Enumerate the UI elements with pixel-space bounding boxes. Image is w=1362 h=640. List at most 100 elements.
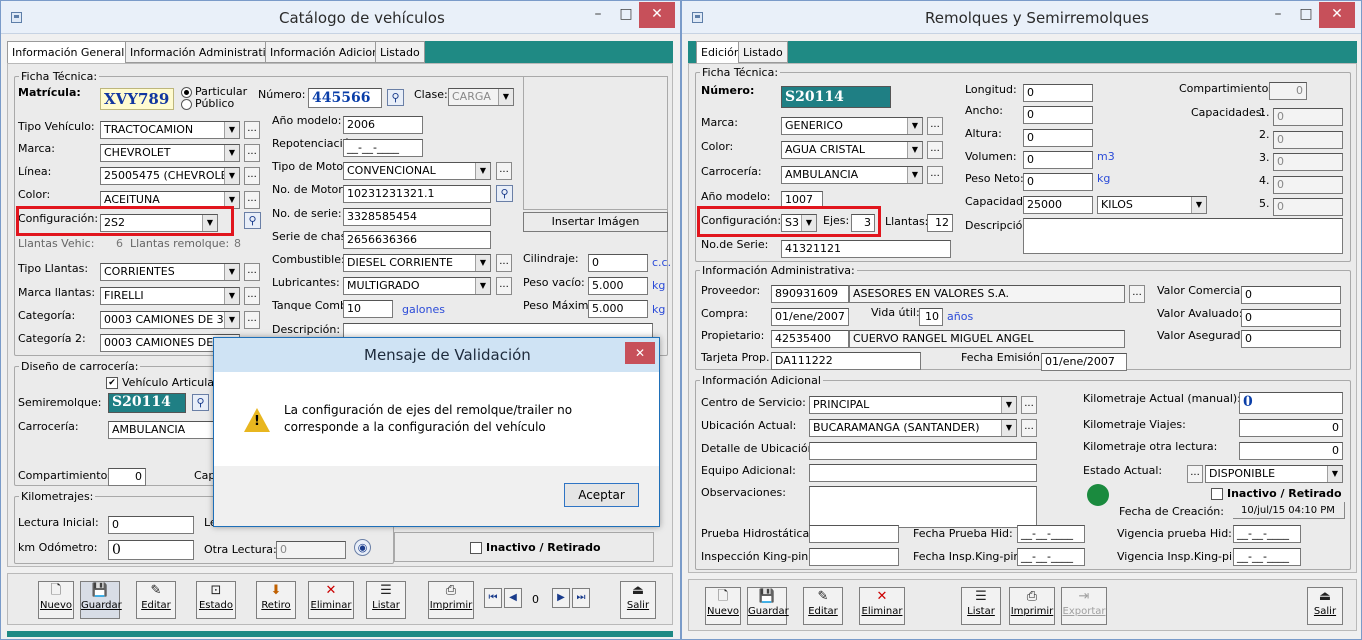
chevron-down-icon[interactable]: ▼ (1327, 466, 1342, 482)
vehiculo-articulado-checkbox[interactable]: ✔ (106, 377, 118, 389)
valor-avaluado-field[interactable]: 0 (1241, 309, 1341, 327)
editar-button[interactable]: ✎ Editar (136, 581, 176, 619)
estado-select[interactable]: DISPONIBLE ▼ (1205, 465, 1343, 483)
chevron-down-icon[interactable]: ▼ (224, 312, 239, 328)
lectura-inicial-field[interactable]: 0 (108, 516, 194, 534)
chevron-down-icon[interactable]: ▼ (907, 118, 922, 134)
inspeccion-field[interactable] (809, 548, 899, 566)
lubricantes-select[interactable]: MULTIGRADO ▼ (343, 277, 491, 295)
numero-field[interactable]: 445566 (308, 88, 382, 108)
first-record-button[interactable]: ⏮ (484, 588, 502, 608)
salir-button[interactable]: ⏏ Salir (1307, 587, 1343, 625)
chevron-down-icon[interactable]: ▼ (224, 288, 239, 304)
clase-select[interactable]: CARGA ▼ (448, 88, 514, 106)
estado-more-button[interactable]: ... (1187, 465, 1203, 483)
chevron-down-icon[interactable]: ▼ (907, 167, 922, 183)
tab-listado[interactable]: Listado (738, 41, 788, 63)
eliminar-button[interactable]: ✕ Eliminar (308, 581, 354, 619)
inactivo-checkbox[interactable] (1211, 488, 1223, 500)
ubicacion-more-button[interactable]: ... (1021, 419, 1037, 437)
anio-modelo-field[interactable]: 2006 (343, 116, 423, 134)
carroceria-select[interactable]: AMBULANCIA ▼ (781, 166, 923, 184)
aceptar-button[interactable]: Aceptar (564, 483, 639, 507)
listar-button[interactable]: ☰ Listar (366, 581, 406, 619)
marca-select[interactable]: CHEVROLET ▼ (100, 144, 240, 162)
observaciones-field[interactable] (809, 486, 1037, 528)
equipo-field[interactable] (809, 464, 1037, 482)
cap-field-2[interactable]: 0 (1273, 131, 1343, 149)
no-motor-field[interactable]: 10231231321.1 (343, 185, 491, 203)
peso-maximo-field[interactable]: 5.000 (588, 300, 648, 318)
ubicacion-select[interactable]: BUCARAMANGA (SANTANDER) ▼ (809, 419, 1017, 437)
capacidad-unidad-select[interactable]: KILOS ▼ (1097, 196, 1207, 214)
marca-llantas-more-button[interactable]: ... (244, 287, 260, 305)
chevron-down-icon[interactable]: ▼ (1001, 420, 1016, 436)
matricula-field[interactable]: XVY789 (100, 88, 174, 110)
otra-lectura-field[interactable]: 0 (276, 541, 346, 559)
minimize-icon[interactable]: – (1266, 2, 1290, 28)
proveedor-name-field[interactable]: ASESORES EN VALORES S.A. (849, 285, 1125, 303)
exportar-button[interactable]: ⇥ Exportar (1061, 587, 1107, 625)
cap-field-1[interactable]: 0 (1273, 108, 1343, 126)
km-actual-field[interactable]: 0 (1239, 392, 1343, 414)
valor-asegurado-field[interactable]: 0 (1241, 330, 1341, 348)
longitud-field[interactable]: 0 (1023, 84, 1093, 102)
tipo-vehiculo-more-button[interactable]: ... (244, 121, 260, 139)
chevron-down-icon[interactable]: ▼ (1001, 397, 1016, 413)
semiremolque-field[interactable]: S20114 (108, 393, 186, 413)
close-icon[interactable]: ✕ (639, 2, 675, 28)
listar-button[interactable]: ☰ Listar (961, 587, 1001, 625)
volumen-field[interactable]: 0 (1023, 151, 1093, 169)
detalle-field[interactable] (809, 442, 1037, 460)
proveedor-more-button[interactable]: ... (1129, 285, 1145, 303)
vida-util-field[interactable]: 10 (919, 308, 943, 326)
tipo-motor-more-button[interactable]: ... (496, 162, 512, 180)
linea-more-button[interactable]: ... (244, 167, 260, 185)
eliminar-button[interactable]: ✕ Eliminar (859, 587, 905, 625)
imprimir-button[interactable]: ⎙ Imprimir (428, 581, 474, 619)
capacidad-field[interactable]: 25000 (1023, 196, 1093, 214)
tipo-llantas-select[interactable]: CORRIENTES ▼ (100, 263, 240, 281)
chevron-down-icon[interactable]: ▼ (475, 278, 490, 294)
color-more-button[interactable]: ... (244, 191, 260, 209)
chevron-down-icon[interactable]: ▼ (224, 122, 239, 138)
odometro-field[interactable]: 0 (108, 540, 194, 560)
tanque-field[interactable]: 10 (343, 300, 393, 318)
propietario-name-field[interactable]: CUERVO RANGEL MIGUEL ANGEL (849, 330, 1125, 348)
no-serie-field[interactable]: 3328585454 (343, 208, 491, 226)
guardar-button[interactable]: 💾 Guardar (80, 581, 122, 619)
guardar-button[interactable]: 💾 Guardar (747, 587, 789, 625)
centro-more-button[interactable]: ... (1021, 396, 1037, 414)
ancho-field[interactable]: 0 (1023, 106, 1093, 124)
editar-button[interactable]: ✎ Editar (803, 587, 843, 625)
prev-record-button[interactable]: ◀ (504, 588, 522, 608)
serie-chasis-field[interactable]: 2656636366 (343, 231, 491, 249)
repotenciacion-field[interactable]: __-__-____ (343, 139, 423, 157)
linea-select[interactable]: 25005475 (CHEVROLET) ▼ (100, 167, 240, 185)
chevron-down-icon[interactable]: ▼ (475, 163, 490, 179)
propietario-id-field[interactable]: 42535400 (771, 330, 849, 348)
categoria-select[interactable]: 0003 CAMIONES DE 3 Y ▼ (100, 311, 240, 329)
marca-llantas-select[interactable]: FIRELLI ▼ (100, 287, 240, 305)
odometer-icon[interactable]: ◉ (354, 539, 371, 556)
vigencia-prueba-field[interactable]: __-__-____ (1233, 525, 1301, 543)
insertar-imagen-button[interactable]: Insertar Imágen (523, 212, 668, 232)
tab-informacion-general[interactable]: Información General (7, 41, 130, 64)
combustible-more-button[interactable]: ... (496, 254, 512, 272)
fecha-prueba-field[interactable]: __-__-____ (1017, 525, 1085, 543)
marca-more-button[interactable]: ... (927, 117, 943, 135)
chevron-down-icon[interactable]: ▼ (475, 255, 490, 271)
lubricantes-more-button[interactable]: ... (496, 277, 512, 295)
prueba-field[interactable] (809, 525, 899, 543)
tab-listado[interactable]: Listado (375, 41, 425, 63)
tipo-llantas-more-button[interactable]: ... (244, 263, 260, 281)
categoria-more-button[interactable]: ... (244, 311, 260, 329)
dialog-close-icon[interactable]: ✕ (625, 342, 655, 364)
chevron-down-icon[interactable]: ▼ (224, 168, 239, 184)
minimize-icon[interactable]: – (586, 2, 610, 28)
inactivo-checkbox[interactable] (470, 542, 482, 554)
chevron-down-icon[interactable]: ▼ (224, 145, 239, 161)
close-icon[interactable]: ✕ (1319, 2, 1355, 28)
proveedor-id-field[interactable]: 890931609 (771, 285, 849, 303)
centro-select[interactable]: PRINCIPAL ▼ (809, 396, 1017, 414)
